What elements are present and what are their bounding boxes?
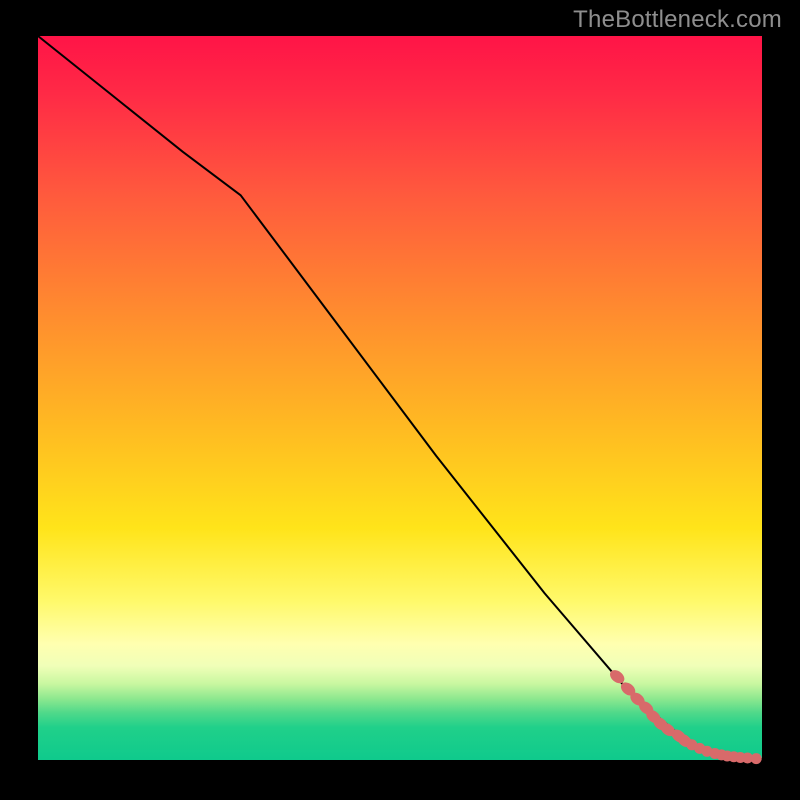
- plot-area: [38, 36, 762, 760]
- chart-stage: TheBottleneck.com: [0, 0, 800, 800]
- marker-group: [608, 667, 762, 764]
- bottleneck-curve: [38, 36, 762, 759]
- data-marker: [751, 753, 762, 764]
- chart-overlay: [38, 36, 762, 760]
- watermark-text: TheBottleneck.com: [573, 6, 782, 34]
